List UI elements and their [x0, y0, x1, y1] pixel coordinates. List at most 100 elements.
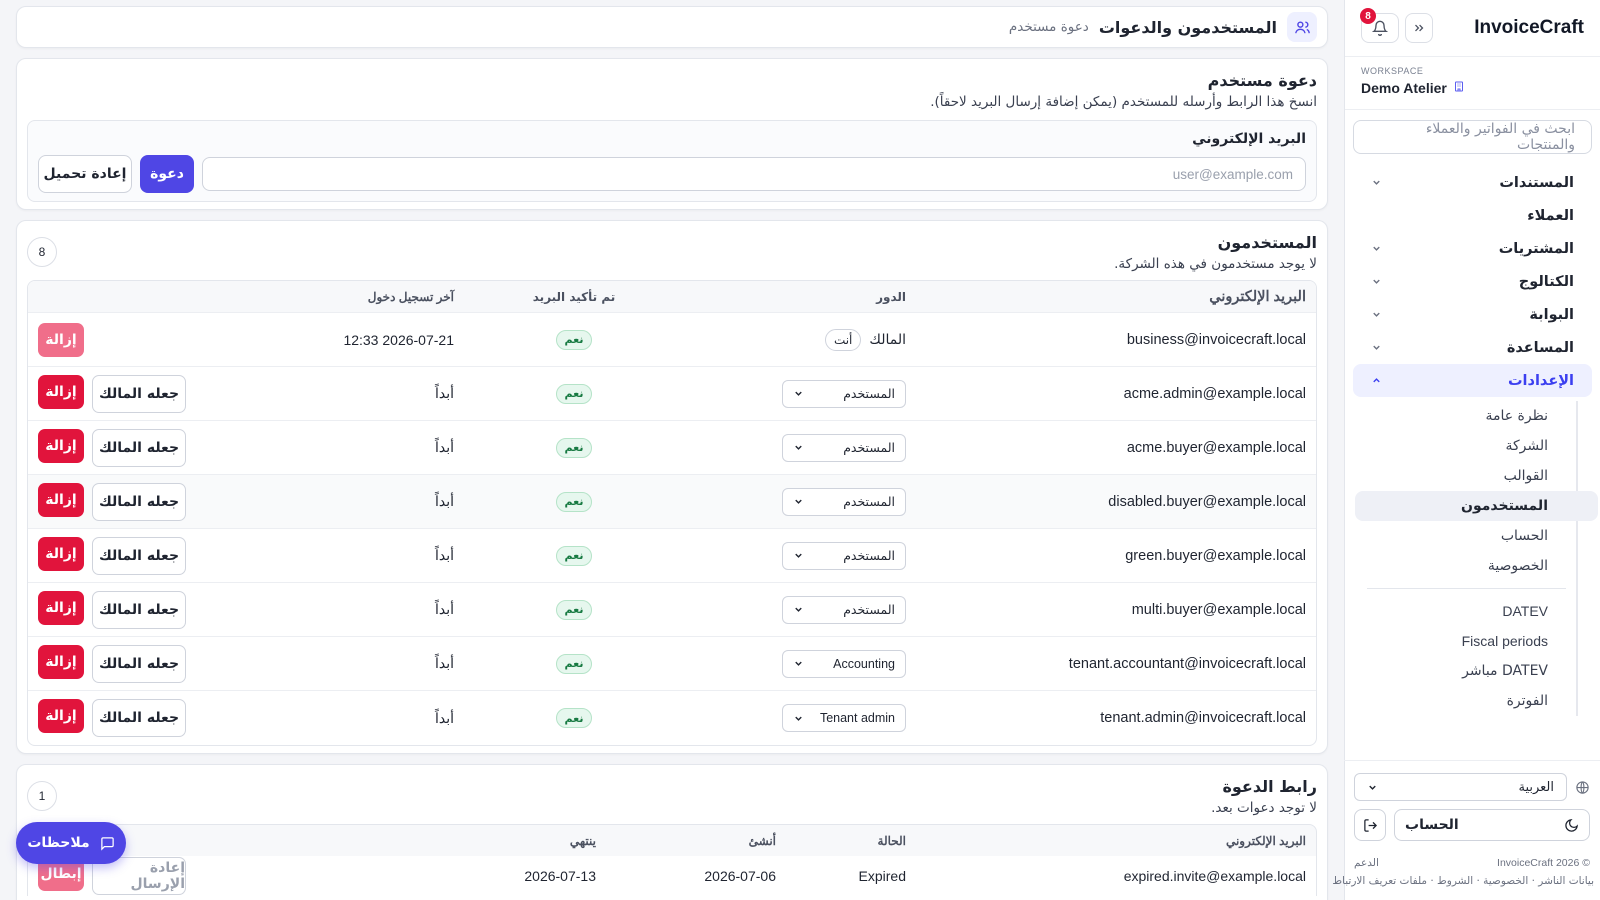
- sidebar-item-templates[interactable]: القوالب: [1355, 461, 1576, 491]
- table-row: business@invoicecraft.local المالك أنت ن…: [28, 313, 1316, 367]
- sidebar-item-company[interactable]: الشركة: [1355, 431, 1576, 461]
- workspace-name: Demo Atelier: [1361, 80, 1447, 96]
- nav-item-help[interactable]: المساعدة: [1353, 331, 1592, 364]
- global-search-input[interactable]: ابحث في الفواتير والعملاء والمنتجات: [1353, 120, 1592, 154]
- role-select[interactable]: المستخدم: [782, 487, 906, 516]
- row-actions: إزالة جعله المالك: [28, 536, 214, 575]
- remove-user-button[interactable]: إزالة: [38, 590, 84, 625]
- remove-user-button[interactable]: إزالة: [38, 322, 84, 357]
- owner-label: المالك: [869, 331, 906, 348]
- col-expires: ينتهي: [569, 833, 596, 848]
- status-badge: نعم: [555, 329, 593, 350]
- chevron-up-icon: [1371, 375, 1382, 386]
- role-select[interactable]: المستخدم: [782, 541, 906, 570]
- sidebar-item-fiscal-periods[interactable]: Fiscal periods: [1355, 626, 1576, 656]
- invite-created: 2026-07-06: [704, 868, 776, 884]
- make-owner-button[interactable]: جعله المالك: [92, 374, 186, 413]
- make-owner-button[interactable]: جعله المالك: [92, 644, 186, 683]
- notifications-button[interactable]: 8: [1360, 8, 1399, 43]
- users-count-badge: 8: [27, 237, 57, 267]
- footer-links[interactable]: بيانات الناشر · الخصوصية · الشروط · ملفا…: [1332, 875, 1594, 887]
- nav-item-catalog[interactable]: الكتالوج: [1353, 265, 1592, 298]
- remove-user-button[interactable]: إزالة: [38, 374, 84, 409]
- remove-user-button[interactable]: إزالة: [38, 644, 84, 679]
- sidebar-item-datev-direct[interactable]: DATEV مباشر: [1355, 656, 1576, 686]
- last-login: 2026-07-21 12:33: [343, 331, 454, 348]
- role-select[interactable]: Tenant admin: [782, 704, 906, 732]
- remove-user-button[interactable]: إزالة: [38, 699, 84, 733]
- remove-user-button[interactable]: إزالة: [38, 482, 84, 517]
- user-role: المستخدم: [694, 433, 906, 462]
- invites-count-badge: 1: [27, 781, 57, 811]
- remove-user-button[interactable]: إزالة: [38, 428, 84, 463]
- moon-icon: [1564, 818, 1579, 833]
- email-confirmed: نعم: [454, 491, 694, 512]
- logout-button[interactable]: [1354, 809, 1386, 841]
- user-email: multi.buyer@example.local: [1131, 601, 1306, 618]
- status-badge: نعم: [555, 653, 593, 674]
- support-link[interactable]: الدعم: [1354, 857, 1379, 869]
- chevron-down-icon: [793, 604, 804, 615]
- nav-item-label: الإعدادات: [1507, 372, 1574, 389]
- language-select[interactable]: العربية: [1354, 773, 1567, 801]
- chevron-down-icon: [793, 658, 804, 669]
- status-badge: نعم: [555, 437, 593, 458]
- nav-item-purchases[interactable]: المشتريات: [1353, 232, 1592, 265]
- users-table-header: البريد الإلكتروني الدور تم تأكيد البريد …: [28, 281, 1316, 313]
- chevron-down-icon: [793, 550, 804, 561]
- sidebar-item-billing[interactable]: الفوترة: [1355, 686, 1576, 716]
- remove-user-button[interactable]: إزالة: [38, 536, 84, 571]
- role-select[interactable]: المستخدم: [782, 595, 906, 624]
- make-owner-button[interactable]: جعله المالك: [92, 482, 186, 521]
- invite-status: Expired: [858, 868, 906, 884]
- user-role: Tenant admin: [694, 704, 906, 732]
- col-last-login: آخر تسجيل دخول: [367, 289, 454, 304]
- role-select[interactable]: المستخدم: [782, 379, 906, 408]
- invite-button[interactable]: دعوة: [140, 155, 194, 193]
- nav-item-documents[interactable]: المستندات: [1353, 166, 1592, 199]
- role-select[interactable]: المستخدم: [782, 433, 906, 462]
- last-login: أبداً: [434, 601, 454, 617]
- submenu-divider: [1367, 588, 1566, 589]
- email-confirmed: نعم: [454, 383, 694, 404]
- role-value: المستخدم: [843, 602, 895, 617]
- col-status: الحالة: [877, 833, 906, 848]
- sidebar-item-privacy[interactable]: الخصوصية: [1355, 551, 1576, 581]
- role-value: المستخدم: [843, 386, 895, 401]
- role-select[interactable]: Accounting: [782, 649, 906, 678]
- sidebar-item-overview[interactable]: نظرة عامة: [1355, 401, 1576, 431]
- last-login: أبداً: [434, 655, 454, 671]
- footer-meta: © InvoiceCraft 2026 الدعم: [1354, 857, 1590, 869]
- sidebar-item-account[interactable]: الحساب: [1355, 521, 1576, 551]
- sidebar-item-datev[interactable]: DATEV: [1355, 596, 1576, 626]
- email-field[interactable]: user@example.com: [202, 157, 1306, 191]
- user-role: المالك أنت: [694, 328, 906, 351]
- nav-item-customers[interactable]: العملاء: [1353, 199, 1592, 232]
- feedback-button[interactable]: ملاحظات: [16, 822, 126, 864]
- account-label: الحساب: [1405, 817, 1459, 833]
- row-actions: إزالة جعله المالك: [28, 644, 214, 683]
- status-badge: نعم: [555, 708, 593, 728]
- make-owner-button[interactable]: جعله المالك: [92, 699, 186, 737]
- sidebar-item-users[interactable]: المستخدمون: [1355, 491, 1598, 521]
- owner-cell: المالك أنت: [824, 328, 906, 351]
- invite-title: دعوة مستخدم: [1207, 71, 1317, 90]
- role-value: المستخدم: [843, 440, 895, 455]
- brand-logo[interactable]: InvoiceCraft: [1474, 17, 1584, 39]
- collapse-sidebar-button[interactable]: [1405, 13, 1433, 43]
- make-owner-button[interactable]: جعله المالك: [92, 536, 186, 575]
- row-actions: إزالة جعله المالك: [28, 590, 214, 629]
- nav-item-settings[interactable]: الإعدادات: [1353, 364, 1592, 397]
- workspace-switcher[interactable]: WORKSPACE Demo Atelier: [1345, 56, 1600, 110]
- nav-item-portal[interactable]: البوابة: [1353, 298, 1592, 331]
- last-login: أبداً: [434, 547, 454, 563]
- chevrons-right-icon: [1412, 21, 1426, 35]
- language-row: العربية: [1354, 773, 1590, 801]
- make-owner-button[interactable]: جعله المالك: [92, 590, 186, 629]
- make-owner-button[interactable]: جعله المالك: [92, 428, 186, 467]
- user-email: tenant.accountant@invoicecraft.local: [1068, 655, 1306, 672]
- table-row: tenant.admin@invoicecraft.local Tenant a…: [28, 691, 1316, 745]
- role-value: Tenant admin: [819, 711, 895, 725]
- account-button[interactable]: الحساب: [1394, 809, 1590, 841]
- reload-button[interactable]: إعادة تحميل: [38, 155, 132, 193]
